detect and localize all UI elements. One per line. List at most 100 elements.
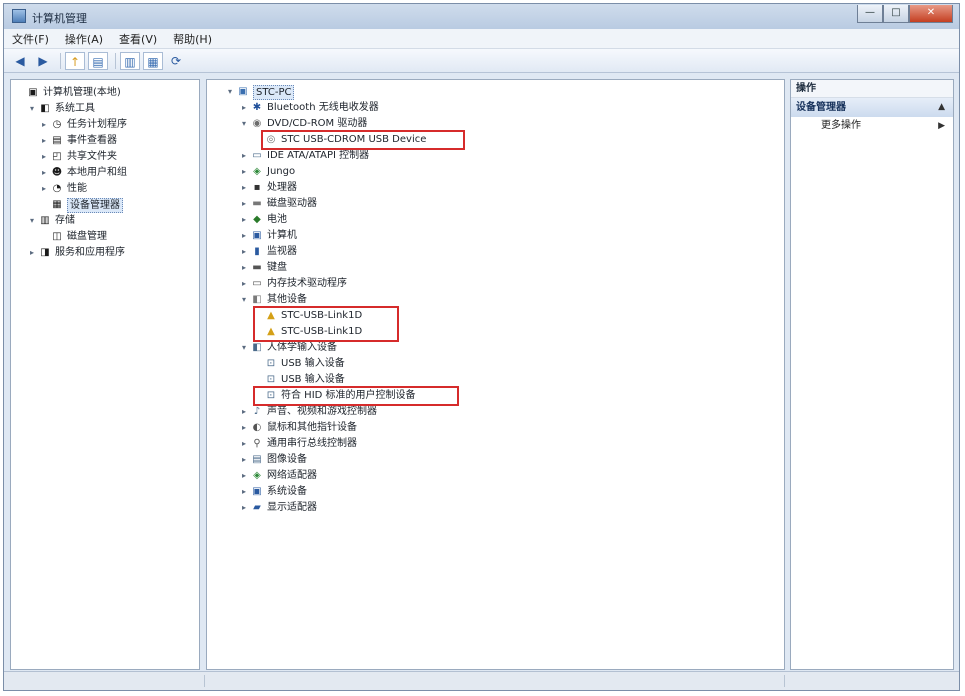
tree-item-label: 处理器	[267, 182, 297, 193]
device-tree-item[interactable]: ▸ ▮ 监视器	[209, 244, 784, 260]
tree-item-label: 设备管理器	[67, 198, 123, 213]
collapse-expander-icon[interactable]: ▾	[239, 292, 249, 308]
expand-expander-icon[interactable]: ▸	[239, 276, 249, 292]
up-folder-icon[interactable]: ↑	[65, 51, 85, 70]
expand-expander-icon[interactable]: ▸	[39, 149, 49, 165]
usb-controller-icon: ⚲	[253, 438, 261, 449]
menu-action[interactable]: 操作(A)	[57, 31, 111, 47]
console-tree-item[interactable]: ▦ 设备管理器	[11, 197, 199, 213]
console-tree-item[interactable]: ▾ ◧ 系统工具	[11, 101, 199, 117]
minimize-button[interactable]: —	[857, 5, 883, 23]
expand-expander-icon[interactable]: ▸	[27, 245, 37, 261]
tree-item-label: STC-PC	[253, 85, 295, 100]
device-tree-item[interactable]: ▸ ▪ 处理器	[209, 180, 784, 196]
expand-expander-icon[interactable]: ▸	[239, 244, 249, 260]
expand-expander-icon[interactable]: ▸	[239, 468, 249, 484]
tree-item-label: 计算机	[267, 230, 297, 241]
console-tree-item[interactable]: ▸ ◔ 性能	[11, 181, 199, 197]
expand-expander-icon[interactable]: ▸	[239, 260, 249, 276]
expand-expander-icon[interactable]: ▸	[39, 133, 49, 149]
device-tree-item[interactable]: ▸ ▣ 计算机	[209, 228, 784, 244]
expand-expander-icon[interactable]: ▸	[239, 404, 249, 420]
expand-expander-icon[interactable]: ▸	[239, 212, 249, 228]
status-divider	[204, 675, 205, 687]
expand-expander-icon[interactable]: ▸	[239, 100, 249, 116]
more-actions-label: 更多操作	[821, 120, 861, 131]
show-hide-tree-icon[interactable]: ▤	[88, 51, 108, 70]
expand-expander-icon[interactable]: ▸	[39, 165, 49, 181]
device-tree-item[interactable]: ▸ ✱ Bluetooth 无线电收发器	[209, 100, 784, 116]
console-tree-item[interactable]: ▸ ◷ 任务计划程序	[11, 117, 199, 133]
device-tree-item[interactable]: ⊡ USB 输入设备	[209, 356, 784, 372]
refresh-icon[interactable]: ⟳	[166, 52, 186, 70]
collapse-expander-icon[interactable]: ▾	[27, 101, 37, 117]
tree-item-label: 共享文件夹	[67, 151, 117, 162]
console-tree-item[interactable]: ▸ ◨ 服务和应用程序	[11, 245, 199, 261]
device-tree-item[interactable]: ▸ ⚲ 通用串行总线控制器	[209, 436, 784, 452]
collapse-expander-icon[interactable]: ▾	[239, 340, 249, 356]
console-tree-item[interactable]: ▸ ◰ 共享文件夹	[11, 149, 199, 165]
device-tree-item[interactable]: ▸ ◈ 网络适配器	[209, 468, 784, 484]
computer-management-icon: ▣	[28, 87, 38, 98]
device-tree-item[interactable]: ▸ ♪ 声音、视频和游戏控制器	[209, 404, 784, 420]
device-tree-item[interactable]: ▾ ◧ 人体学输入设备	[209, 340, 784, 356]
collapse-arrow-icon[interactable]: ▲	[938, 98, 945, 117]
menu-view[interactable]: 查看(V)	[111, 31, 165, 47]
expand-expander-icon[interactable]: ▸	[239, 228, 249, 244]
device-tree-item[interactable]: ▸ ▣ 系统设备	[209, 484, 784, 500]
device-tree-item[interactable]: ▸ ▤ 图像设备	[209, 452, 784, 468]
help-icon[interactable]: ▦	[143, 51, 163, 70]
console-tree-item[interactable]: ▾ ▥ 存储	[11, 213, 199, 229]
device-manager-icon: ▦	[52, 199, 62, 210]
highlight-box-hid-device	[253, 386, 459, 406]
expand-expander-icon[interactable]: ▸	[239, 196, 249, 212]
expand-expander-icon[interactable]: ▸	[39, 181, 49, 197]
collapse-expander-icon[interactable]: ▾	[225, 84, 235, 100]
device-tree-item[interactable]: ▸ ◐ 鼠标和其他指针设备	[209, 420, 784, 436]
console-tree-item[interactable]: ◫ 磁盘管理	[11, 229, 199, 245]
device-tree-item[interactable]: ▸ ▬ 磁盘驱动器	[209, 196, 784, 212]
device-tree-item[interactable]: ▸ ◆ 电池	[209, 212, 784, 228]
computer-management-window: 计算机管理 — □ ✕ 文件(F) 操作(A) 查看(V) 帮助(H) ◀ ▶ …	[3, 3, 960, 691]
close-button[interactable]: ✕	[909, 5, 953, 23]
keyboard-icon: ▬	[252, 262, 262, 273]
console-tree-item[interactable]: ▣ 计算机管理(本地)	[11, 85, 199, 101]
device-tree-item[interactable]: ▸ ▰ 显示适配器	[209, 500, 784, 516]
computer-management-app-icon	[12, 9, 26, 23]
expand-expander-icon[interactable]: ▸	[239, 164, 249, 180]
system-tools-icon: ◧	[40, 103, 50, 114]
menu-file[interactable]: 文件(F)	[4, 31, 57, 47]
tree-item-label: 显示适配器	[267, 502, 317, 513]
title-bar[interactable]: 计算机管理 — □ ✕	[4, 4, 959, 29]
expand-expander-icon[interactable]: ▸	[239, 420, 249, 436]
device-tree-item[interactable]: ▸ ▭ 内存技术驱动程序	[209, 276, 784, 292]
console-tree-item[interactable]: ▸ ▤ 事件查看器	[11, 133, 199, 149]
expand-expander-icon[interactable]: ▸	[239, 452, 249, 468]
toolbar: ◀ ▶ ↑ ▤ ▥ ▦ ⟳	[4, 49, 959, 73]
expand-expander-icon[interactable]: ▸	[239, 148, 249, 164]
console-tree-item[interactable]: ▸ ☻ 本地用户和组	[11, 165, 199, 181]
device-tree-item[interactable]: ▸ ◈ Jungo	[209, 164, 784, 180]
properties-icon[interactable]: ▥	[120, 51, 140, 70]
actions-section-device-manager[interactable]: 设备管理器 ▲	[791, 98, 953, 117]
submenu-arrow-icon: ▶	[938, 121, 945, 131]
expand-expander-icon[interactable]: ▸	[239, 180, 249, 196]
expand-expander-icon[interactable]: ▸	[39, 117, 49, 133]
collapse-expander-icon[interactable]: ▾	[239, 116, 249, 132]
device-tree-item[interactable]: ▸ ▬ 键盘	[209, 260, 784, 276]
dvd-drive-icon: ◉	[252, 118, 262, 129]
more-actions-item[interactable]: 更多操作 ▶	[791, 117, 953, 135]
back-arrow-icon[interactable]: ◀	[10, 52, 30, 70]
device-tree-item[interactable]: ▸ ▭ IDE ATA/ATAPI 控制器	[209, 148, 784, 164]
tree-item-label: 磁盘驱动器	[267, 198, 317, 209]
collapse-expander-icon[interactable]: ▾	[27, 213, 37, 229]
tree-item-label: 监视器	[267, 246, 297, 257]
expand-expander-icon[interactable]: ▸	[239, 500, 249, 516]
expand-expander-icon[interactable]: ▸	[239, 436, 249, 452]
bluetooth-icon: ✱	[252, 102, 262, 113]
maximize-button[interactable]: □	[883, 5, 909, 23]
device-tree-item[interactable]: ▾ ▣ STC-PC	[209, 84, 784, 100]
forward-arrow-icon[interactable]: ▶	[33, 52, 53, 70]
expand-expander-icon[interactable]: ▸	[239, 484, 249, 500]
menu-help[interactable]: 帮助(H)	[165, 31, 220, 47]
